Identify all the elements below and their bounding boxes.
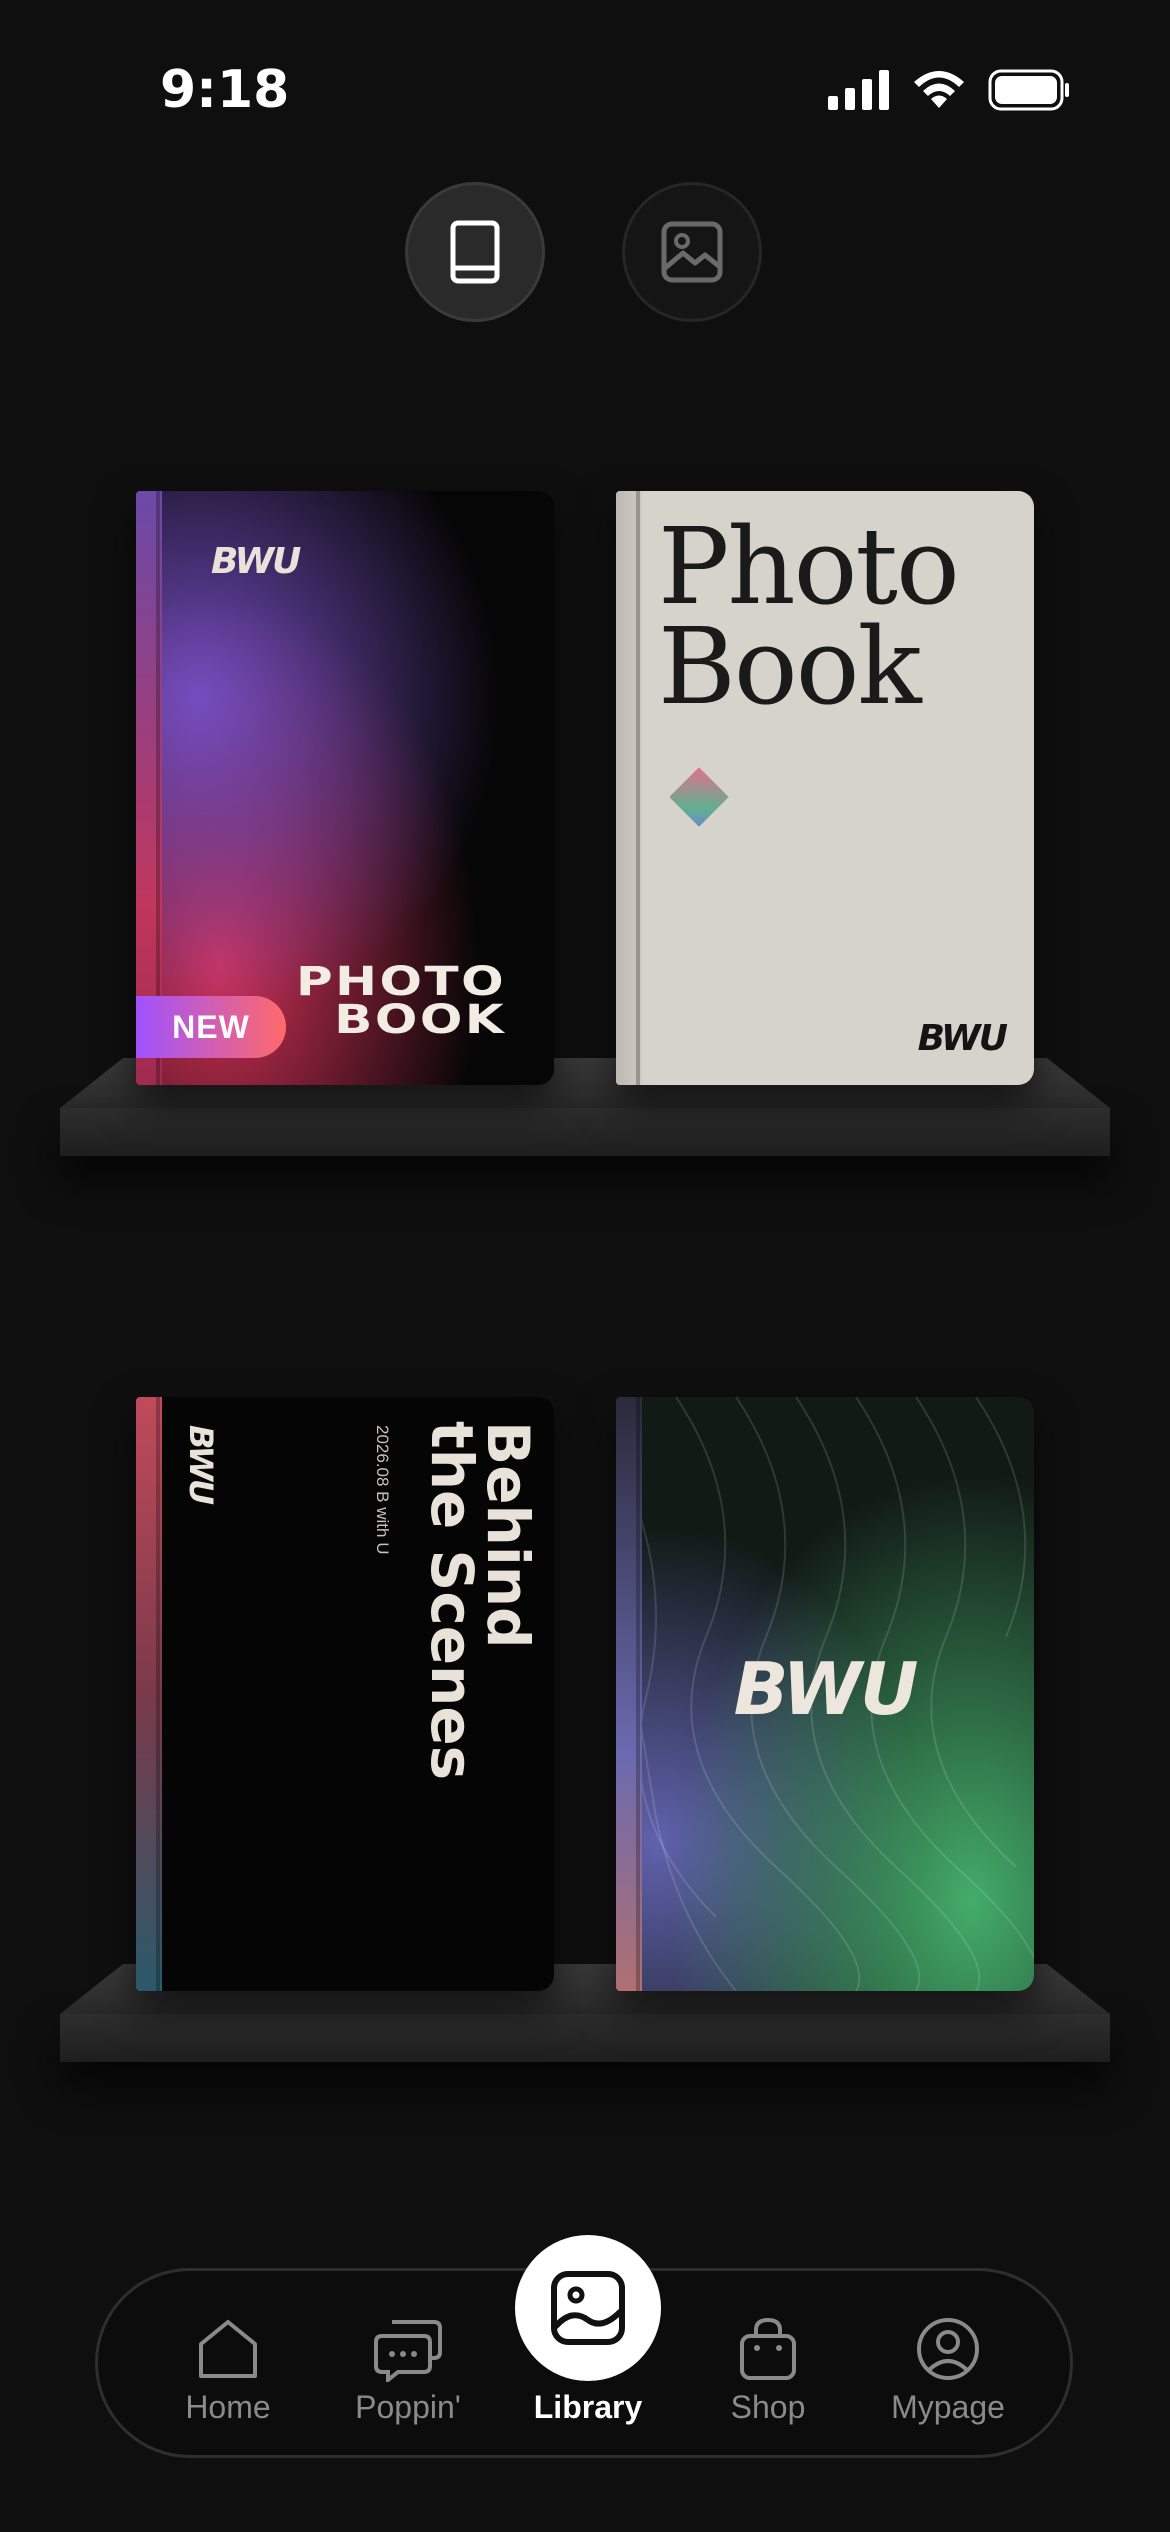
book-cover-title: Behind the Scenes — [418, 1421, 542, 1781]
user-circle-icon — [917, 2318, 979, 2380]
book-behind-the-scenes[interactable]: BWU Behind the Scenes 2026.08 B with U — [136, 1397, 554, 1991]
diamond-icon — [669, 767, 729, 827]
status-icons — [828, 68, 1070, 112]
tab-label: Shop — [730, 2389, 806, 2425]
photo-album-icon — [551, 2271, 625, 2345]
book-icon — [450, 220, 500, 284]
image-icon — [661, 221, 723, 283]
home-icon — [199, 2320, 257, 2378]
tab-shop[interactable]: Shop — [678, 2271, 858, 2455]
book-title-line2: the Scenes — [418, 1421, 486, 1781]
signal-icon — [828, 70, 889, 110]
tab-label: Home — [185, 2389, 271, 2425]
book-title-line1: Behind — [474, 1421, 542, 1649]
tab-label-library: Library — [533, 2389, 643, 2425]
book-date: 2026.08 B with U — [373, 1425, 392, 1555]
bwu-logo: BWU — [182, 1425, 220, 1503]
new-badge: NEW — [136, 996, 286, 1058]
tab-mypage[interactable]: Mypage — [858, 2271, 1038, 2455]
book-photo-book-classic[interactable]: Photo Book BWU — [616, 491, 1034, 1085]
book-title-line2: BOOK — [334, 997, 506, 1043]
tab-label: Mypage — [891, 2389, 1005, 2425]
book-view-toggle[interactable] — [405, 182, 545, 322]
bwu-logo: BWU — [733, 1647, 919, 1731]
book-photo-book-new[interactable]: BWU PHOTO BOOK NEW — [136, 491, 554, 1085]
book-spine — [616, 491, 642, 1085]
battery-icon — [988, 69, 1069, 111]
book-gradient-bwu[interactable]: BWU — [616, 1397, 1034, 1991]
book-title-line1: PHOTO — [295, 959, 506, 1005]
tab-poppin[interactable]: Poppin' — [318, 2271, 498, 2455]
book-cover-title: Photo Book — [658, 505, 960, 728]
tab-library[interactable] — [515, 2235, 661, 2381]
wifi-icon — [914, 71, 964, 108]
book-cover-title: PHOTO BOOK — [295, 959, 506, 1043]
bwu-logo: BWU — [917, 1018, 1008, 1059]
chat-bubbles-icon — [374, 2320, 442, 2382]
bwu-logo: BWU — [211, 541, 301, 582]
book-spine — [136, 1397, 162, 1991]
book-title-line1: Photo — [658, 505, 960, 628]
book-title-line2: Book — [658, 605, 922, 728]
shopping-bag-icon — [740, 2317, 796, 2380]
status-time: 9:18 — [160, 60, 290, 120]
tab-home[interactable]: Home — [138, 2271, 318, 2455]
photo-view-toggle[interactable] — [622, 182, 762, 322]
tab-label: Poppin' — [355, 2389, 461, 2425]
bottom-tab-bar: Home Poppin' Library Shop Mypage — [95, 2235, 1073, 2458]
